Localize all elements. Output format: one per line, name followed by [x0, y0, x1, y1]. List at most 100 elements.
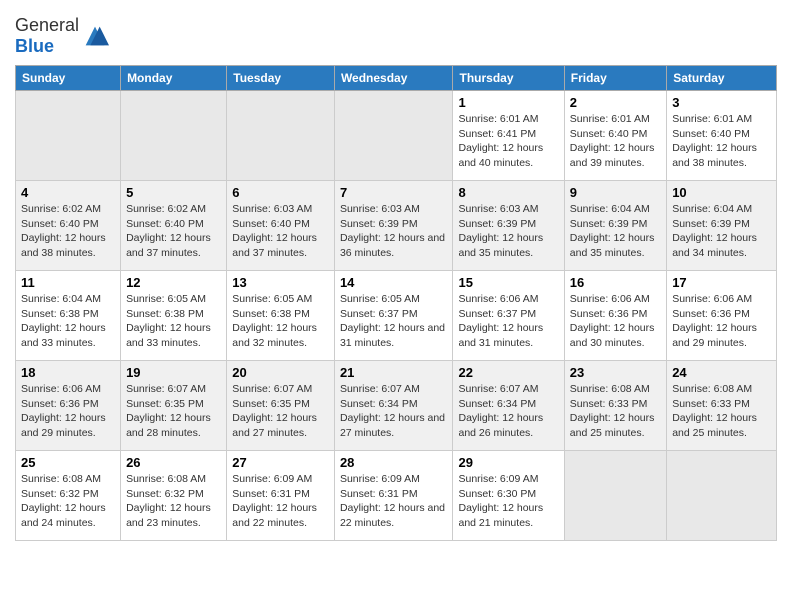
day-number: 18: [21, 365, 115, 380]
calendar-cell: 7 Sunrise: 6:03 AM Sunset: 6:39 PM Daylig…: [334, 181, 453, 271]
calendar-cell: 12 Sunrise: 6:05 AM Sunset: 6:38 PM Dayli…: [121, 271, 227, 361]
day-info: Sunrise: 6:05 AM Sunset: 6:38 PM Dayligh…: [126, 292, 221, 351]
day-info: Sunrise: 6:09 AM Sunset: 6:30 PM Dayligh…: [458, 472, 558, 531]
day-number: 27: [232, 455, 329, 470]
day-info: Sunrise: 6:01 AM Sunset: 6:40 PM Dayligh…: [570, 112, 661, 171]
day-number: 16: [570, 275, 661, 290]
day-number: 29: [458, 455, 558, 470]
day-number: 9: [570, 185, 661, 200]
calendar-cell: 21 Sunrise: 6:07 AM Sunset: 6:34 PM Dayli…: [334, 361, 453, 451]
day-info: Sunrise: 6:01 AM Sunset: 6:41 PM Dayligh…: [458, 112, 558, 171]
day-info: Sunrise: 6:03 AM Sunset: 6:39 PM Dayligh…: [340, 202, 448, 261]
calendar-cell: 15Sunrise: 6:06 AM Sunset: 6:37 PM Dayli…: [453, 271, 564, 361]
calendar-cell: [667, 451, 777, 541]
calendar-cell: 16 Sunrise: 6:06 AM Sunset: 6:36 PM Dayli…: [564, 271, 666, 361]
day-info: Sunrise: 6:02 AM Sunset: 6:40 PM Dayligh…: [21, 202, 115, 261]
day-info: Sunrise: 6:04 AM Sunset: 6:38 PM Dayligh…: [21, 292, 115, 351]
week-row-1: 4 Sunrise: 6:02 AM Sunset: 6:40 PM Daylig…: [16, 181, 777, 271]
week-row-0: 1 Sunrise: 6:01 AM Sunset: 6:41 PM Daylig…: [16, 91, 777, 181]
day-info: Sunrise: 6:03 AM Sunset: 6:40 PM Dayligh…: [232, 202, 329, 261]
calendar-body: 1 Sunrise: 6:01 AM Sunset: 6:41 PM Daylig…: [16, 91, 777, 541]
week-row-2: 11 Sunrise: 6:04 AM Sunset: 6:38 PM Dayli…: [16, 271, 777, 361]
day-number: 10: [672, 185, 771, 200]
day-number: 12: [126, 275, 221, 290]
logo-wordmark: General Blue: [15, 15, 79, 57]
calendar-cell: 4 Sunrise: 6:02 AM Sunset: 6:40 PM Daylig…: [16, 181, 121, 271]
calendar-cell: 24 Sunrise: 6:08 AM Sunset: 6:33 PM Dayli…: [667, 361, 777, 451]
day-header-friday: Friday: [564, 66, 666, 91]
day-number: 21: [340, 365, 448, 380]
day-number: 6: [232, 185, 329, 200]
calendar-cell: [227, 91, 335, 181]
day-number: 5: [126, 185, 221, 200]
day-number: 20: [232, 365, 329, 380]
calendar-cell: [564, 451, 666, 541]
calendar-cell: 10 Sunrise: 6:04 AM Sunset: 6:39 PM Dayli…: [667, 181, 777, 271]
calendar-cell: 26 Sunrise: 6:08 AM Sunset: 6:32 PM Dayli…: [121, 451, 227, 541]
day-info: Sunrise: 6:03 AM Sunset: 6:39 PM Dayligh…: [458, 202, 558, 261]
day-info: Sunrise: 6:06 AM Sunset: 6:36 PM Dayligh…: [672, 292, 771, 351]
day-info: Sunrise: 6:07 AM Sunset: 6:35 PM Dayligh…: [232, 382, 329, 441]
calendar-cell: 20 Sunrise: 6:07 AM Sunset: 6:35 PM Dayli…: [227, 361, 335, 451]
day-info: Sunrise: 6:05 AM Sunset: 6:37 PM Dayligh…: [340, 292, 448, 351]
calendar-cell: 6 Sunrise: 6:03 AM Sunset: 6:40 PM Daylig…: [227, 181, 335, 271]
logo-general: General: [15, 15, 79, 35]
day-header-tuesday: Tuesday: [227, 66, 335, 91]
calendar-cell: 27 Sunrise: 6:09 AM Sunset: 6:31 PM Dayli…: [227, 451, 335, 541]
day-number: 17: [672, 275, 771, 290]
day-number: 13: [232, 275, 329, 290]
day-info: Sunrise: 6:08 AM Sunset: 6:33 PM Dayligh…: [672, 382, 771, 441]
calendar-cell: 13 Sunrise: 6:05 AM Sunset: 6:38 PM Dayli…: [227, 271, 335, 361]
day-number: 23: [570, 365, 661, 380]
calendar-cell: 8 Sunrise: 6:03 AM Sunset: 6:39 PM Daylig…: [453, 181, 564, 271]
day-info: Sunrise: 6:07 AM Sunset: 6:34 PM Dayligh…: [340, 382, 448, 441]
day-number: 2: [570, 95, 661, 110]
day-number: 3: [672, 95, 771, 110]
day-info: Sunrise: 6:09 AM Sunset: 6:31 PM Dayligh…: [232, 472, 329, 531]
calendar-header: SundayMondayTuesdayWednesdayThursdayFrid…: [16, 66, 777, 91]
calendar-cell: 23 Sunrise: 6:08 AM Sunset: 6:33 PM Dayli…: [564, 361, 666, 451]
day-info: Sunrise: 6:09 AM Sunset: 6:31 PM Dayligh…: [340, 472, 448, 531]
day-info: Sunrise: 6:02 AM Sunset: 6:40 PM Dayligh…: [126, 202, 221, 261]
day-header-monday: Monday: [121, 66, 227, 91]
day-number: 26: [126, 455, 221, 470]
header-row: SundayMondayTuesdayWednesdayThursdayFrid…: [16, 66, 777, 91]
day-info: Sunrise: 6:01 AM Sunset: 6:40 PM Dayligh…: [672, 112, 771, 171]
day-number: 25: [21, 455, 115, 470]
day-number: 24: [672, 365, 771, 380]
calendar-cell: 9 Sunrise: 6:04 AM Sunset: 6:39 PM Daylig…: [564, 181, 666, 271]
calendar-cell: 28 Sunrise: 6:09 AM Sunset: 6:31 PM Dayli…: [334, 451, 453, 541]
calendar-cell: 3 Sunrise: 6:01 AM Sunset: 6:40 PM Daylig…: [667, 91, 777, 181]
calendar-cell: 1 Sunrise: 6:01 AM Sunset: 6:41 PM Daylig…: [453, 91, 564, 181]
week-row-3: 18Sunrise: 6:06 AM Sunset: 6:36 PM Dayli…: [16, 361, 777, 451]
day-header-thursday: Thursday: [453, 66, 564, 91]
day-number: 22: [458, 365, 558, 380]
day-header-sunday: Sunday: [16, 66, 121, 91]
day-number: 1: [458, 95, 558, 110]
week-row-4: 25 Sunrise: 6:08 AM Sunset: 6:32 PM Dayli…: [16, 451, 777, 541]
day-number: 28: [340, 455, 448, 470]
calendar-cell: 25Sunrise: 6:08 AM Sunset: 6:32 PM Dayli…: [16, 451, 121, 541]
day-number: 7: [340, 185, 448, 200]
calendar-cell: 11 Sunrise: 6:04 AM Sunset: 6:38 PM Dayli…: [16, 271, 121, 361]
day-header-wednesday: Wednesday: [334, 66, 453, 91]
calendar-cell: [334, 91, 453, 181]
day-info: Sunrise: 6:08 AM Sunset: 6:32 PM Dayligh…: [126, 472, 221, 531]
day-number: 19: [126, 365, 221, 380]
day-info: Sunrise: 6:07 AM Sunset: 6:34 PM Dayligh…: [458, 382, 558, 441]
day-info: Sunrise: 6:04 AM Sunset: 6:39 PM Dayligh…: [570, 202, 661, 261]
calendar-cell: 17 Sunrise: 6:06 AM Sunset: 6:36 PM Dayli…: [667, 271, 777, 361]
day-number: 4: [21, 185, 115, 200]
logo-blue: Blue: [15, 36, 54, 56]
calendar-cell: 14Sunrise: 6:05 AM Sunset: 6:37 PM Dayli…: [334, 271, 453, 361]
day-header-saturday: Saturday: [667, 66, 777, 91]
logo-icon: [81, 22, 109, 50]
day-number: 8: [458, 185, 558, 200]
day-info: Sunrise: 6:06 AM Sunset: 6:36 PM Dayligh…: [570, 292, 661, 351]
day-info: Sunrise: 6:05 AM Sunset: 6:38 PM Dayligh…: [232, 292, 329, 351]
calendar-cell: 18Sunrise: 6:06 AM Sunset: 6:36 PM Dayli…: [16, 361, 121, 451]
day-info: Sunrise: 6:04 AM Sunset: 6:39 PM Dayligh…: [672, 202, 771, 261]
day-number: 11: [21, 275, 115, 290]
day-info: Sunrise: 6:08 AM Sunset: 6:33 PM Dayligh…: [570, 382, 661, 441]
calendar-cell: 29 Sunrise: 6:09 AM Sunset: 6:30 PM Dayli…: [453, 451, 564, 541]
